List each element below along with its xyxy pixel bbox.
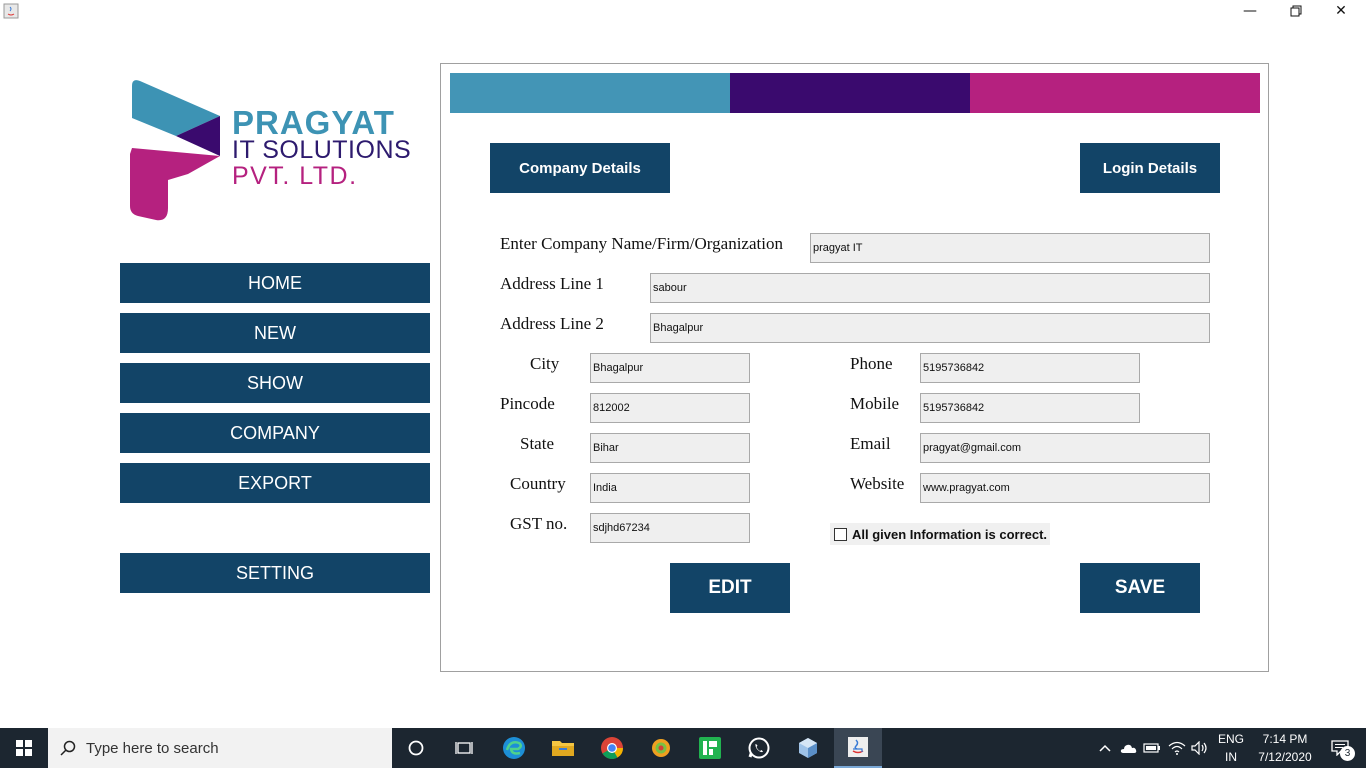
new-button[interactable]: NEW — [120, 313, 430, 353]
address-line-1-label: Address Line 1 — [500, 274, 604, 293]
color-bar-teal — [450, 73, 730, 113]
minimize-icon: — — [1243, 3, 1257, 19]
email-label: Email — [850, 434, 891, 453]
color-bar-magenta — [970, 73, 1260, 113]
java-icon — [848, 737, 868, 757]
folder-icon — [552, 741, 574, 756]
clock[interactable]: 7:14 PM 7/12/2020 — [1250, 728, 1320, 768]
gst-label: GST no. — [510, 514, 568, 533]
grid-app-icon — [699, 737, 721, 759]
logo-text-pvt-ltd: PVT. LTD. — [232, 162, 358, 190]
phone-label: Phone — [850, 354, 893, 373]
address-line-2-input[interactable] — [650, 313, 1210, 343]
clock-date: 7/12/2020 — [1258, 750, 1312, 764]
intellij-taskbar-button[interactable] — [686, 728, 734, 768]
company-details-button[interactable]: Company Details — [490, 143, 670, 193]
company-button[interactable]: COMPANY — [120, 413, 430, 453]
java-taskbar-button[interactable] — [834, 728, 882, 768]
app-chameleon-taskbar-button[interactable] — [637, 728, 685, 768]
logo-mark-icon — [130, 80, 220, 221]
action-center-button[interactable]: 3 — [1320, 728, 1360, 768]
confirm-checkbox[interactable]: All given Information is correct. — [830, 523, 1050, 545]
edge-icon — [503, 737, 525, 759]
whatsapp-icon — [748, 737, 770, 759]
chrome-taskbar-button[interactable] — [588, 728, 636, 768]
language-code: ENG — [1217, 732, 1244, 746]
cortana-circle-icon — [408, 740, 424, 756]
export-button[interactable]: EXPORT — [120, 463, 430, 503]
pincode-input[interactable] — [590, 393, 750, 423]
taskbar-search-box[interactable]: Type here to search — [48, 728, 392, 768]
cortana-button[interactable] — [392, 728, 440, 768]
login-details-button[interactable]: Login Details — [1080, 143, 1220, 193]
close-icon: ✕ — [1335, 3, 1347, 19]
mobile-label: Mobile — [850, 394, 900, 413]
windows-logo-icon — [16, 740, 32, 756]
gst-input[interactable] — [590, 513, 750, 543]
onedrive-tray-button[interactable] — [1117, 728, 1139, 768]
minimize-button[interactable]: — — [1227, 0, 1273, 22]
search-placeholder: Type here to search — [86, 739, 219, 757]
start-button[interactable] — [0, 728, 48, 768]
battery-icon — [1143, 743, 1160, 753]
country-input[interactable] — [590, 473, 750, 503]
task-view-button[interactable] — [440, 728, 488, 768]
region-code: IN — [1224, 750, 1237, 764]
show-hidden-icons-button[interactable] — [1094, 728, 1116, 768]
state-input[interactable] — [590, 433, 750, 463]
java-app-icon[interactable] — [3, 3, 19, 19]
taskbar: Type here to search ENG IN 7:14 PM 7/12/… — [0, 728, 1366, 768]
address-line-1-input[interactable] — [650, 273, 1210, 303]
whatsapp-taskbar-button[interactable] — [735, 728, 783, 768]
website-label: Website — [850, 474, 905, 493]
chevron-up-icon — [1099, 744, 1111, 752]
file-explorer-taskbar-button[interactable] — [539, 728, 587, 768]
checkbox-box[interactable] — [834, 527, 847, 541]
phone-input[interactable] — [920, 353, 1140, 383]
battery-tray-button[interactable] — [1141, 728, 1163, 768]
task-view-icon — [455, 742, 473, 754]
state-label: State — [520, 434, 554, 453]
notification-count-badge: 3 — [1340, 746, 1355, 761]
cube-app-icon — [799, 738, 817, 758]
search-icon — [60, 740, 76, 756]
company-name-label: Enter Company Name/Firm/Organization — [500, 234, 783, 253]
edge-taskbar-button[interactable] — [490, 728, 538, 768]
chrome-icon — [601, 737, 623, 759]
cloud-icon — [1120, 744, 1137, 753]
company-logo: PRAGYAT IT SOLUTIONS PVT. LTD. — [128, 78, 428, 223]
wifi-tray-button[interactable] — [1166, 728, 1188, 768]
language-indicator[interactable]: ENG IN — [1214, 728, 1248, 768]
chameleon-app-icon — [652, 739, 670, 757]
city-label: City — [530, 354, 560, 373]
wifi-icon — [1168, 741, 1186, 755]
color-bar-purple — [730, 73, 970, 113]
virtualbox-taskbar-button[interactable] — [784, 728, 832, 768]
country-label: Country — [510, 474, 566, 493]
email-input[interactable] — [920, 433, 1210, 463]
show-button[interactable]: SHOW — [120, 363, 430, 403]
speaker-icon — [1191, 741, 1207, 755]
clock-time: 7:14 PM — [1262, 732, 1308, 746]
setting-button[interactable]: SETTING — [120, 553, 430, 593]
city-input[interactable] — [590, 353, 750, 383]
restore-icon — [1290, 5, 1302, 17]
pincode-label: Pincode — [500, 394, 555, 413]
website-input[interactable] — [920, 473, 1210, 503]
address-line-2-label: Address Line 2 — [500, 314, 604, 333]
confirm-checkbox-label: All given Information is correct. — [852, 526, 1048, 542]
logo-text-it-solutions: IT SOLUTIONS — [232, 136, 412, 164]
edit-button[interactable]: EDIT — [670, 563, 790, 613]
home-button[interactable]: HOME — [120, 263, 430, 303]
close-button[interactable]: ✕ — [1318, 0, 1364, 22]
save-button[interactable]: SAVE — [1080, 563, 1200, 613]
restore-button[interactable] — [1273, 0, 1319, 22]
mobile-input[interactable] — [920, 393, 1140, 423]
volume-tray-button[interactable] — [1189, 728, 1211, 768]
company-name-input[interactable] — [810, 233, 1210, 263]
